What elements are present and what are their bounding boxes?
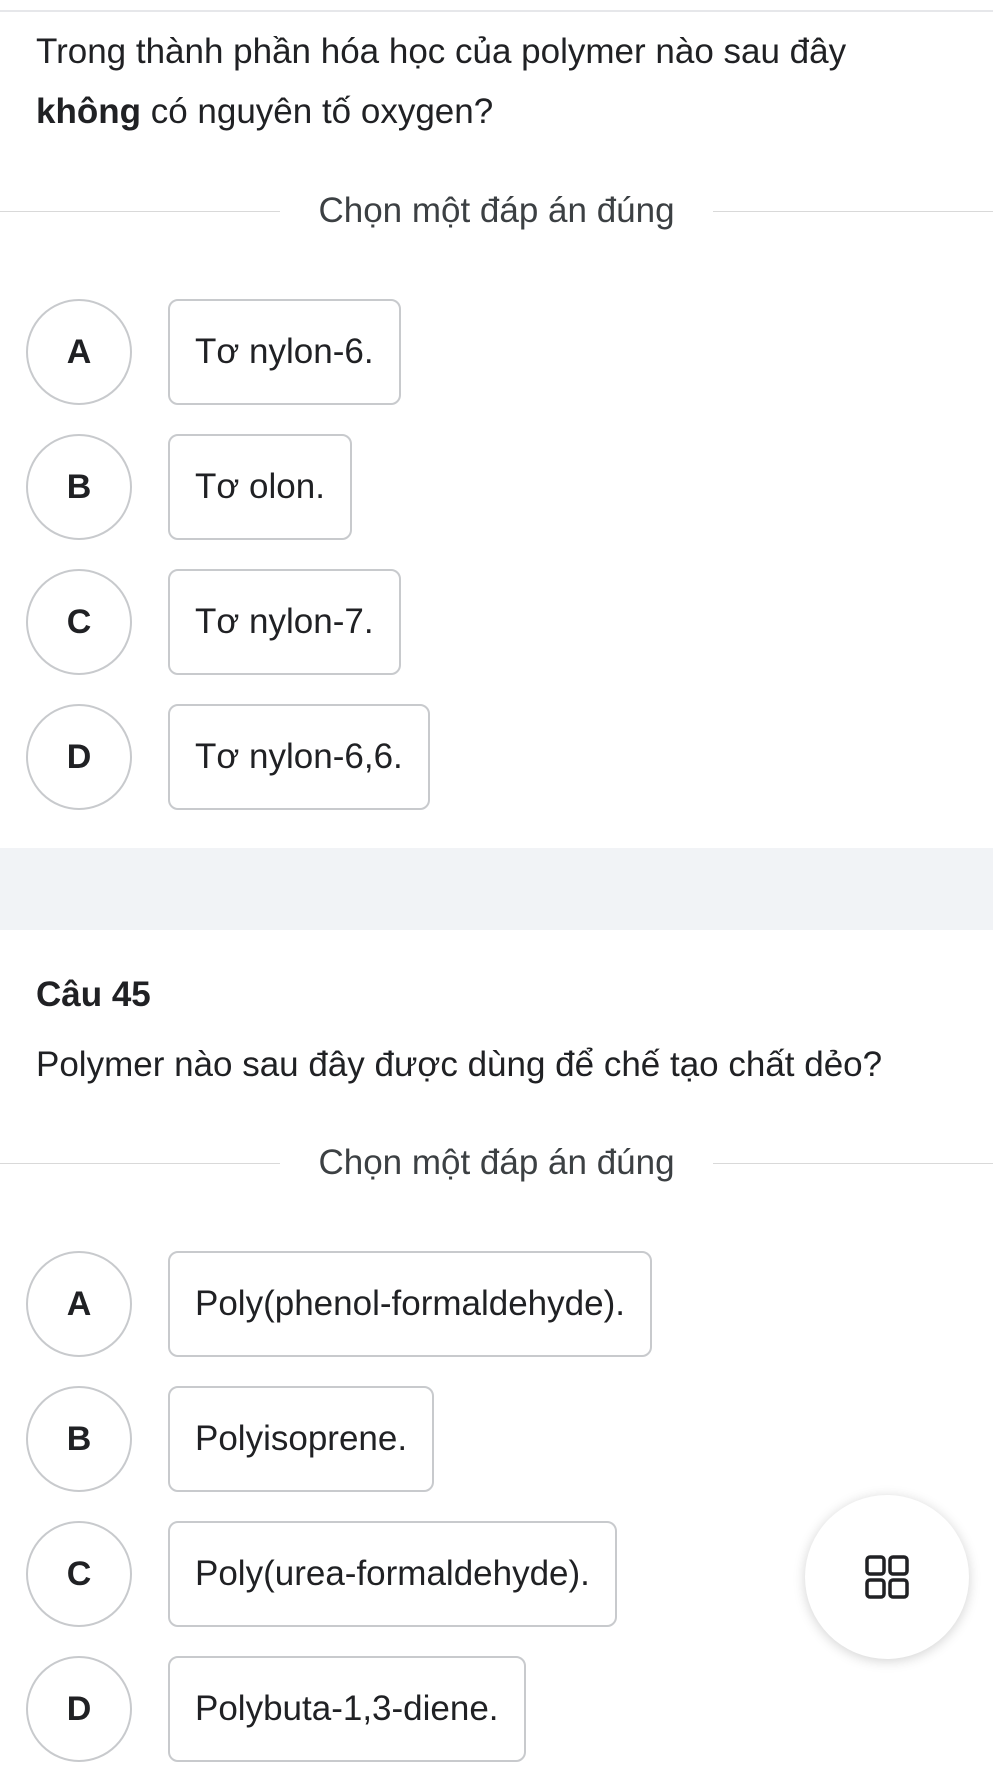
question-2-option-c[interactable]: C Poly(urea-formaldehyde). <box>26 1519 617 1629</box>
question-2-option-d[interactable]: D Polybuta-1,3-diene. <box>26 1654 526 1764</box>
option-letter-badge[interactable]: D <box>26 704 132 810</box>
option-letter-badge[interactable]: A <box>26 299 132 405</box>
question-2-option-a[interactable]: A Poly(phenol-formaldehyde). <box>26 1249 652 1359</box>
question-1-text: Trong thành phần hóa học của polymer nào… <box>36 22 966 142</box>
question-2-option-b[interactable]: B Polyisoprene. <box>26 1384 435 1494</box>
question-1-line-2: không có nguyên tố oxygen? <box>36 82 966 142</box>
question-1-emphasis: không <box>36 92 141 131</box>
question-1-option-b[interactable]: B Tơ olon. <box>26 432 352 542</box>
instruction-divider-right <box>712 1162 993 1164</box>
question-2-text: Polymer nào sau đây được dùng để chế tạo… <box>36 1045 883 1084</box>
top-divider <box>0 10 993 12</box>
question-1-option-c[interactable]: C Tơ nylon-7. <box>26 567 401 677</box>
question-1-option-a[interactable]: A Tơ nylon-6. <box>26 297 401 407</box>
option-answer-box[interactable]: Polyisoprene. <box>168 1386 435 1492</box>
question-grid-button[interactable] <box>805 1495 969 1659</box>
grid-menu-icon <box>865 1555 909 1599</box>
option-answer-box[interactable]: Tơ nylon-6,6. <box>168 704 430 810</box>
instruction-divider-right <box>712 210 993 212</box>
option-answer-box[interactable]: Poly(phenol-formaldehyde). <box>168 1251 652 1357</box>
option-letter-badge[interactable]: D <box>26 1656 132 1762</box>
option-answer-box[interactable]: Polybuta-1,3-diene. <box>168 1656 526 1762</box>
option-answer-box[interactable]: Tơ nylon-7. <box>168 569 401 675</box>
question-2-instruction-row: Chọn một đáp án đúng <box>0 1138 993 1188</box>
question-1-option-d[interactable]: D Tơ nylon-6,6. <box>26 702 430 812</box>
option-letter-badge[interactable]: B <box>26 434 132 540</box>
option-letter-badge[interactable]: A <box>26 1251 132 1357</box>
question-1-line-2-rest: có nguyên tố oxygen? <box>140 92 494 131</box>
option-letter-badge[interactable]: C <box>26 569 132 675</box>
instruction-divider-left <box>0 210 281 212</box>
question-1-instruction: Chọn một đáp án đúng <box>318 191 675 230</box>
instruction-divider-left <box>0 1162 281 1164</box>
option-answer-box[interactable]: Poly(urea-formaldehyde). <box>168 1521 617 1627</box>
question-separator-band <box>0 848 993 930</box>
option-letter-badge[interactable]: C <box>26 1521 132 1627</box>
option-letter-badge[interactable]: B <box>26 1386 132 1492</box>
question-2-number: Câu 45 <box>36 975 151 1014</box>
option-answer-box[interactable]: Tơ nylon-6. <box>168 299 401 405</box>
option-answer-box[interactable]: Tơ olon. <box>168 434 352 540</box>
question-1-line-1: Trong thành phần hóa học của polymer nào… <box>36 32 847 71</box>
question-1-instruction-row: Chọn một đáp án đúng <box>0 186 993 236</box>
question-2-instruction: Chọn một đáp án đúng <box>318 1143 675 1182</box>
